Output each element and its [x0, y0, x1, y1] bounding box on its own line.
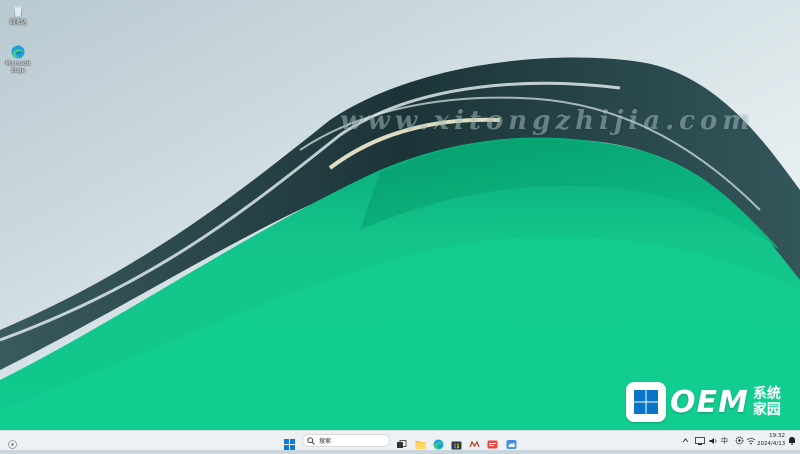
- watermark-text: www.xitongzhijia.com: [340, 106, 755, 136]
- taskbar-store[interactable]: [451, 435, 462, 450]
- taskbar-edge[interactable]: [433, 435, 444, 450]
- start-button[interactable]: [284, 435, 295, 450]
- tray-network[interactable]: [695, 434, 705, 447]
- taskbar-clock[interactable]: 19:32 2024/4/13: [757, 432, 785, 448]
- desktop-wallpaper: [0, 0, 800, 430]
- app-red-icon: [487, 440, 498, 449]
- taskbar-search-box[interactable]: 搜索: [302, 434, 390, 447]
- desktop-icon-recycle-bin[interactable]: 回收站: [2, 4, 34, 27]
- edge-icon: [11, 45, 25, 59]
- app-blue-icon: [506, 440, 517, 449]
- store-icon: [451, 441, 462, 450]
- recycle-bin-icon: [11, 4, 25, 18]
- file-explorer-icon: [415, 441, 426, 449]
- speaker-icon: [709, 437, 717, 444]
- weather-widget-icon[interactable]: [7, 435, 18, 449]
- widgets-icon: [469, 440, 480, 448]
- desktop-icon-edge[interactable]: Microsoft Edge: [2, 45, 34, 75]
- network-icon: [695, 436, 705, 445]
- search-icon: [307, 436, 315, 445]
- tray-speaker[interactable]: [709, 434, 718, 447]
- gear-icon: [735, 436, 744, 445]
- clock-date: 2024/4/13: [757, 441, 786, 447]
- task-view-icon: [397, 440, 407, 448]
- task-view-button[interactable]: [396, 435, 407, 448]
- oem-logo-chinese: 系统家园: [752, 386, 781, 418]
- clock-time: 19:32: [769, 433, 785, 439]
- wifi-icon: [746, 437, 756, 444]
- windows-logo-icon: [626, 382, 666, 422]
- edge-icon: [433, 439, 444, 450]
- desktop-icon-label: Microsoft Edge: [5, 61, 31, 74]
- windows-start-icon: [284, 439, 295, 450]
- chevron-up-icon: [682, 438, 689, 443]
- tray-settings[interactable]: [735, 434, 744, 447]
- taskbar-file-explorer[interactable]: [415, 435, 426, 449]
- search-placeholder: 搜索: [319, 438, 332, 445]
- tray-wifi[interactable]: [746, 434, 756, 447]
- taskbar: 搜索 中 19:32 2024/4/13: [0, 430, 800, 450]
- bell-icon: [789, 437, 795, 445]
- desktop-icon-label: 回收站: [9, 20, 27, 26]
- taskbar-app-red[interactable]: [487, 435, 498, 449]
- notification-button[interactable]: [788, 434, 796, 447]
- oem-logo: OEM 系统家园: [626, 380, 785, 424]
- taskbar-app-blue[interactable]: [506, 435, 517, 449]
- oem-logo-text: OEM: [670, 384, 749, 420]
- tray-overflow-button[interactable]: [682, 434, 689, 447]
- taskbar-widgets[interactable]: [469, 435, 480, 448]
- ime-indicator[interactable]: 中: [721, 434, 728, 447]
